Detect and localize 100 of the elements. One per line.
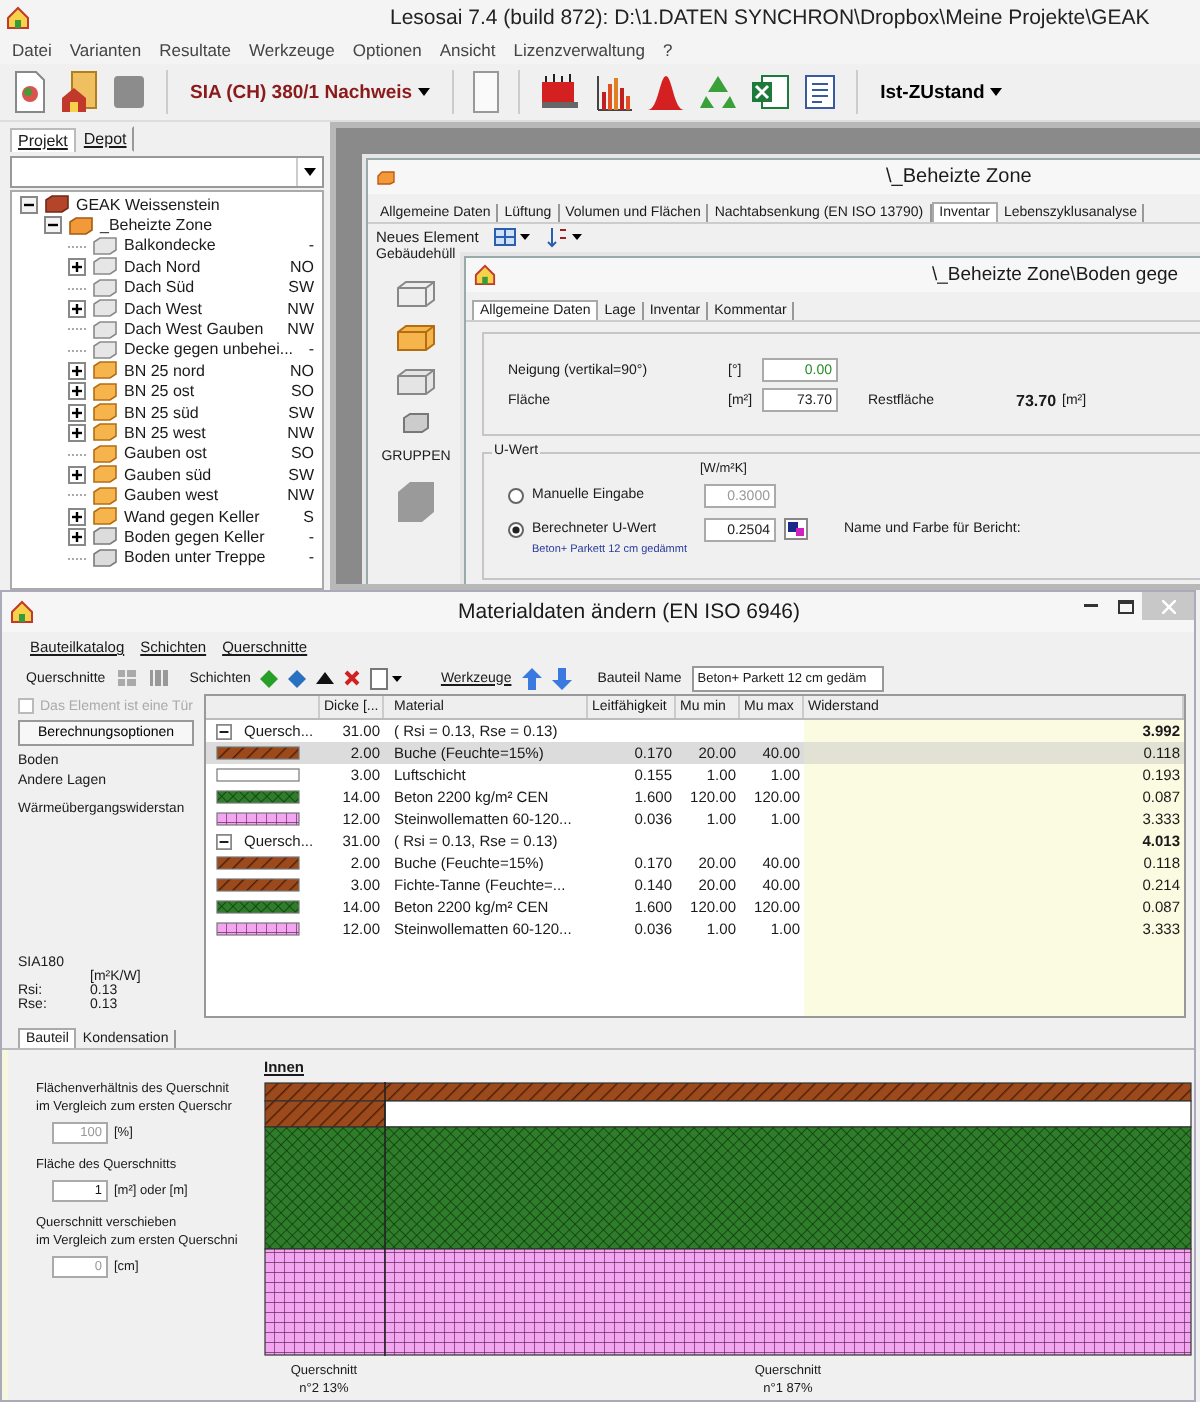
tree-toggle-icon[interactable] bbox=[68, 403, 86, 422]
tree-item[interactable]: BN 25 west bbox=[124, 423, 206, 442]
building-element-icon bbox=[92, 402, 118, 423]
building-element-icon bbox=[92, 298, 118, 319]
material-swatch bbox=[216, 768, 300, 782]
caret-icon bbox=[304, 168, 316, 176]
orientation-label: SO bbox=[290, 444, 314, 463]
menu-item[interactable]: Datei bbox=[12, 39, 52, 59]
square-icon[interactable] bbox=[112, 72, 148, 112]
orientation-label: SW bbox=[288, 465, 314, 484]
box-icon[interactable] bbox=[402, 412, 430, 434]
sidebar-tab[interactable]: Projekt bbox=[10, 128, 76, 152]
grid-view-icon[interactable] bbox=[494, 227, 531, 245]
close-icon bbox=[1161, 599, 1175, 613]
box-icon[interactable] bbox=[396, 324, 436, 352]
tree-toggle-icon[interactable] bbox=[68, 299, 86, 318]
window-title: \_Beheizte Zone\Boden gege bbox=[932, 264, 1179, 286]
tree-item[interactable]: Dach West Gauben bbox=[124, 320, 264, 339]
heater-icon[interactable] bbox=[538, 70, 583, 114]
text-document-icon[interactable] bbox=[802, 72, 839, 112]
delete-icon[interactable] bbox=[344, 670, 361, 686]
zone-icon bbox=[376, 169, 396, 185]
building-element-icon bbox=[92, 319, 118, 340]
material-swatch bbox=[216, 746, 300, 760]
tree-item[interactable]: Dach West bbox=[124, 299, 202, 318]
norm-dropdown[interactable]: SIA (CH) 380/1 Nachweis bbox=[186, 81, 435, 103]
orientation-label: S bbox=[303, 507, 314, 526]
variant-dropdown[interactable]: Ist-ZUstand bbox=[876, 81, 1007, 103]
box-icon[interactable] bbox=[396, 368, 436, 396]
tree-item[interactable]: Dach Süd bbox=[124, 278, 195, 297]
sidebar-tab[interactable]: Depot bbox=[75, 126, 135, 152]
document-icon[interactable] bbox=[12, 70, 48, 114]
box-icon[interactable] bbox=[396, 280, 436, 308]
page-menu-icon[interactable] bbox=[370, 667, 403, 689]
tree-item[interactable]: _Beheizte Zone bbox=[100, 216, 213, 235]
sort-icon[interactable] bbox=[546, 225, 583, 247]
tree-item[interactable]: Balkondecke bbox=[124, 236, 216, 255]
tree-item[interactable]: Wand gegen Keller bbox=[124, 507, 260, 526]
maximize-icon bbox=[1117, 599, 1133, 613]
orientation-label: NO bbox=[290, 257, 314, 276]
tree-item[interactable]: BN 25 ost bbox=[124, 382, 195, 401]
window-title: Materialdaten ändern (EN ISO 6946) bbox=[458, 600, 801, 624]
building-element-icon bbox=[92, 381, 118, 402]
tree-toggle-icon[interactable] bbox=[216, 723, 232, 739]
orientation-label: - bbox=[308, 548, 314, 567]
orientation-label: - bbox=[308, 340, 314, 359]
radio-button[interactable] bbox=[508, 521, 524, 537]
tree-toggle-icon[interactable] bbox=[68, 527, 86, 546]
house-folder-icon[interactable] bbox=[60, 70, 100, 114]
recycle-icon[interactable] bbox=[698, 72, 739, 112]
bar-chart-icon[interactable] bbox=[594, 72, 635, 112]
blank-page-icon[interactable] bbox=[472, 70, 501, 114]
tree-item[interactable]: Gauben west bbox=[124, 486, 219, 505]
menu-item[interactable]: Lizenzverwaltung bbox=[513, 39, 645, 59]
building-element-icon bbox=[92, 547, 118, 568]
tree-item[interactable]: Gauben süd bbox=[124, 465, 212, 484]
menu-item[interactable]: Werkzeuge bbox=[249, 39, 335, 59]
tree-item[interactable]: BN 25 nord bbox=[124, 361, 205, 380]
building-element-icon bbox=[92, 506, 118, 527]
arrow-down-icon[interactable] bbox=[551, 667, 572, 689]
tree-toggle-icon[interactable] bbox=[68, 361, 86, 380]
tree-toggle-icon[interactable] bbox=[68, 382, 86, 401]
orientation-label: SW bbox=[288, 403, 314, 422]
minimize-icon bbox=[1084, 604, 1098, 608]
building-element-icon bbox=[92, 360, 118, 381]
menu-item[interactable]: Resultate bbox=[159, 39, 232, 59]
orientation-label: SO bbox=[290, 382, 314, 401]
tree-toggle-icon[interactable] bbox=[68, 465, 86, 484]
tree-toggle-icon[interactable] bbox=[68, 257, 86, 276]
color-picker-icon[interactable] bbox=[784, 518, 808, 540]
tree-item[interactable]: Boden gegen Keller bbox=[124, 527, 265, 546]
house-icon bbox=[6, 5, 30, 29]
bell-curve-icon[interactable] bbox=[646, 72, 687, 112]
orientation-label: NO bbox=[290, 361, 314, 380]
material-swatch bbox=[216, 790, 300, 804]
tree-item[interactable]: Boden unter Treppe bbox=[124, 548, 266, 567]
menu-item[interactable]: ? bbox=[662, 39, 673, 59]
menu-item[interactable]: Optionen bbox=[352, 39, 422, 59]
tree-toggle-icon[interactable] bbox=[216, 833, 232, 849]
arrow-up-icon[interactable] bbox=[521, 667, 542, 689]
building-element-icon bbox=[92, 526, 118, 547]
tree-item[interactable]: BN 25 süd bbox=[124, 403, 199, 422]
triangle-up-icon[interactable] bbox=[316, 672, 335, 684]
tree-item[interactable]: Gauben ost bbox=[124, 444, 207, 463]
material-swatch bbox=[216, 922, 300, 936]
house-icon bbox=[10, 600, 34, 624]
building-element-icon bbox=[92, 464, 118, 485]
tree-item[interactable]: GEAK Weissenstein bbox=[76, 195, 220, 214]
tree-toggle-icon[interactable] bbox=[20, 195, 38, 214]
spreadsheet-icon[interactable] bbox=[750, 72, 791, 112]
tree-toggle-icon[interactable] bbox=[68, 423, 86, 442]
radio-button[interactable] bbox=[508, 487, 524, 503]
tree-toggle-icon[interactable] bbox=[44, 216, 62, 235]
building-element-icon bbox=[92, 339, 118, 360]
tree-item[interactable]: Dach Nord bbox=[124, 257, 201, 276]
tree-item[interactable]: Decke gegen unbehei... bbox=[124, 340, 294, 359]
menu-item[interactable]: Ansicht bbox=[439, 39, 496, 59]
orientation-label: - bbox=[308, 236, 314, 255]
tree-toggle-icon[interactable] bbox=[68, 507, 86, 526]
menu-item[interactable]: Varianten bbox=[69, 39, 142, 59]
